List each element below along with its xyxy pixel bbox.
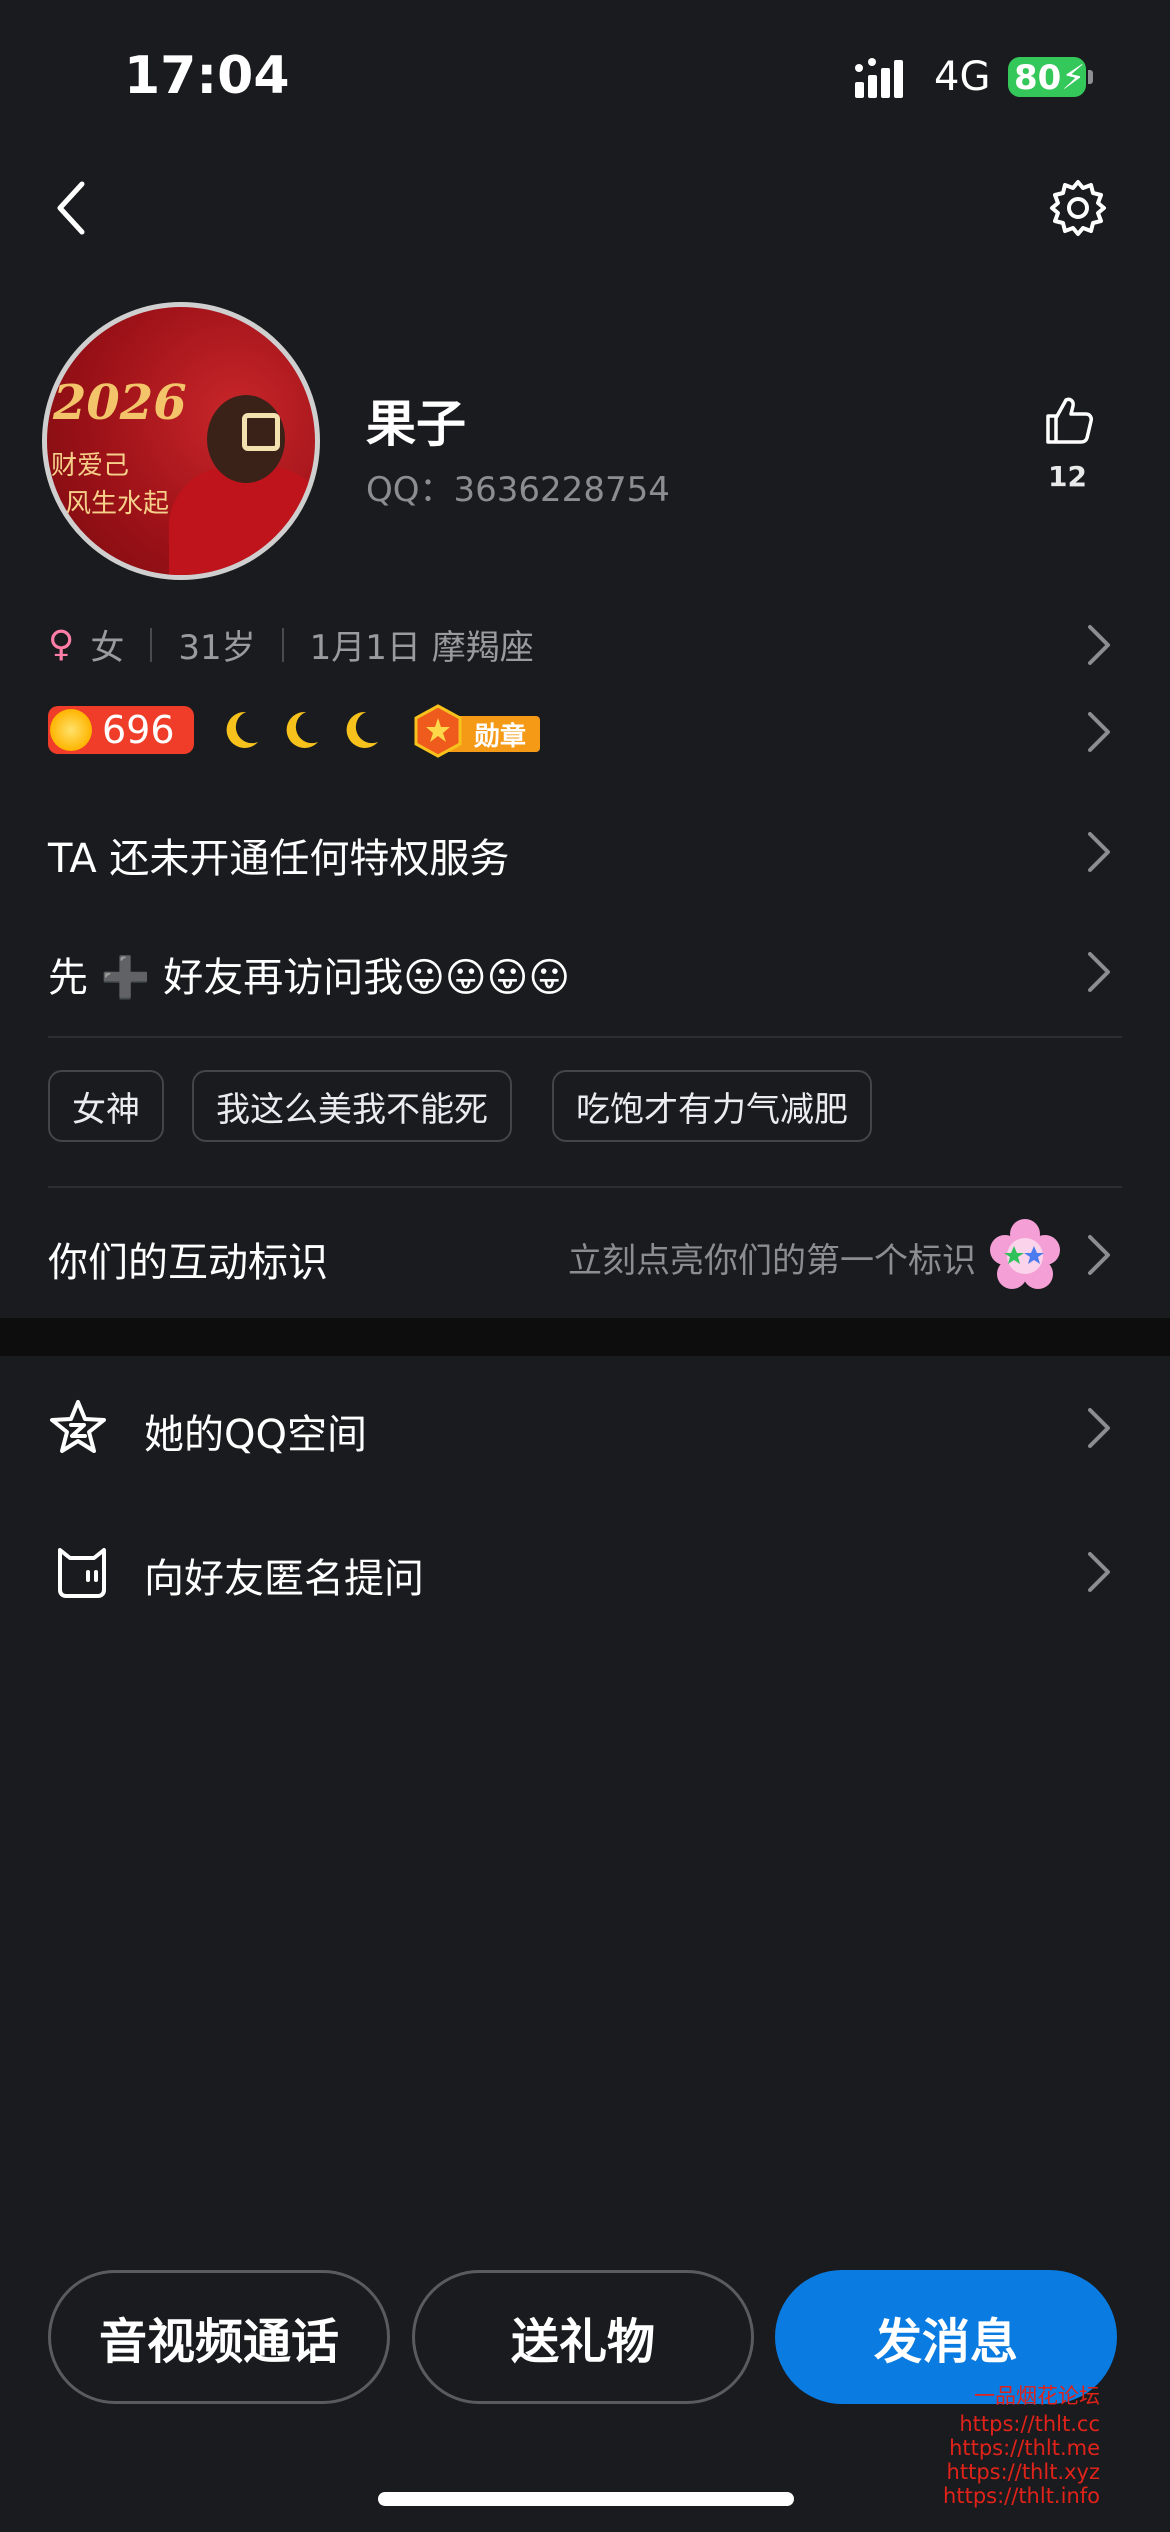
privilege-status[interactable]: TA 还未开通任何特权服务 (48, 826, 509, 884)
star-space-icon (50, 1400, 106, 1453)
chevron-right-icon[interactable] (1086, 710, 1112, 754)
moon-icon (226, 711, 258, 748)
chevron-right-icon[interactable] (1086, 623, 1112, 667)
section-separator-band (0, 1318, 1170, 1356)
medal-label: 勋章 (474, 722, 527, 752)
chevron-right-icon[interactable] (1086, 830, 1112, 874)
moon-icon (286, 711, 318, 748)
signature-note[interactable]: 先 ➕ 好友再访问我😛😛😛😛 (48, 945, 570, 1003)
qq-level-badge[interactable]: 696 (48, 706, 194, 754)
send-gift-button[interactable]: 送礼物 (412, 2270, 754, 2404)
avatar-text-line2: 风生水起 (65, 489, 170, 519)
avatar-figure-body (169, 467, 315, 575)
avatar-text-line1: 财爱己 (51, 451, 130, 481)
battery-level: 80⚡ (1014, 58, 1086, 98)
list-item-qzone[interactable]: 她的QQ空间 (144, 1402, 367, 1460)
interaction-label[interactable]: 你们的互动标识 (48, 1230, 328, 1288)
qq-number: QQ：3636228754 (366, 470, 670, 510)
watermark-url: https://thlt.xyz (946, 2460, 1100, 2484)
watermark-url: https://thlt.me (949, 2436, 1100, 2460)
battery-cap (1088, 70, 1093, 84)
home-indicator[interactable] (378, 2492, 794, 2506)
status-time: 17:04 (124, 46, 290, 106)
level-value: 696 (102, 708, 175, 752)
divider (48, 1036, 1122, 1038)
list-item-anonymous-question[interactable]: 向好友匿名提问 (144, 1546, 424, 1604)
signal-icon (855, 58, 903, 98)
tag-chip[interactable]: 女神 (48, 1070, 164, 1142)
anonymous-cat-icon (58, 1548, 106, 1598)
divider (48, 1186, 1122, 1188)
video-call-button[interactable]: 音视频通话 (48, 2270, 390, 2404)
female-icon: ♀ (48, 624, 75, 665)
network-label: 4G (934, 54, 991, 100)
profile-name: 果子 (366, 395, 466, 453)
interaction-hint[interactable]: 立刻点亮你们的第一个标识 (568, 1233, 976, 1282)
tag-chip[interactable]: 吃饱才有力气减肥 (552, 1070, 872, 1142)
watermark-text: 一品烟花论坛 (974, 2384, 1100, 2408)
chevron-right-icon[interactable] (1086, 1233, 1112, 1277)
watermark-url: https://thlt.cc (959, 2412, 1100, 2436)
tag-chip[interactable]: 我这么美我不能死 (192, 1070, 512, 1142)
avatar-hairclip (242, 413, 280, 451)
sun-icon (50, 709, 92, 751)
chevron-right-icon[interactable] (1086, 1406, 1112, 1450)
separator (281, 627, 284, 662)
avatar-year-text: 2026 (53, 375, 187, 431)
basic-info-row[interactable]: ♀ 女 31岁 1月1日 摩羯座 (48, 620, 534, 669)
avatar[interactable]: 2026 财爱己 风生水起 (42, 302, 320, 580)
like-count: 12 (1048, 460, 1087, 493)
watermark-url: https://thlt.info (943, 2484, 1100, 2508)
gender: 女 (90, 628, 125, 668)
chevron-right-icon[interactable] (1086, 1550, 1112, 1594)
chevron-right-icon[interactable] (1086, 950, 1112, 994)
back-icon[interactable] (52, 178, 92, 238)
age: 31岁 (178, 628, 256, 668)
birthday: 1月1日 摩羯座 (309, 628, 534, 668)
moon-icon (346, 711, 378, 748)
flower-badge-icon[interactable] (988, 1218, 1062, 1292)
separator (150, 627, 153, 662)
settings-gear-icon[interactable] (1048, 178, 1108, 238)
thumbs-up-icon[interactable] (1042, 394, 1094, 446)
